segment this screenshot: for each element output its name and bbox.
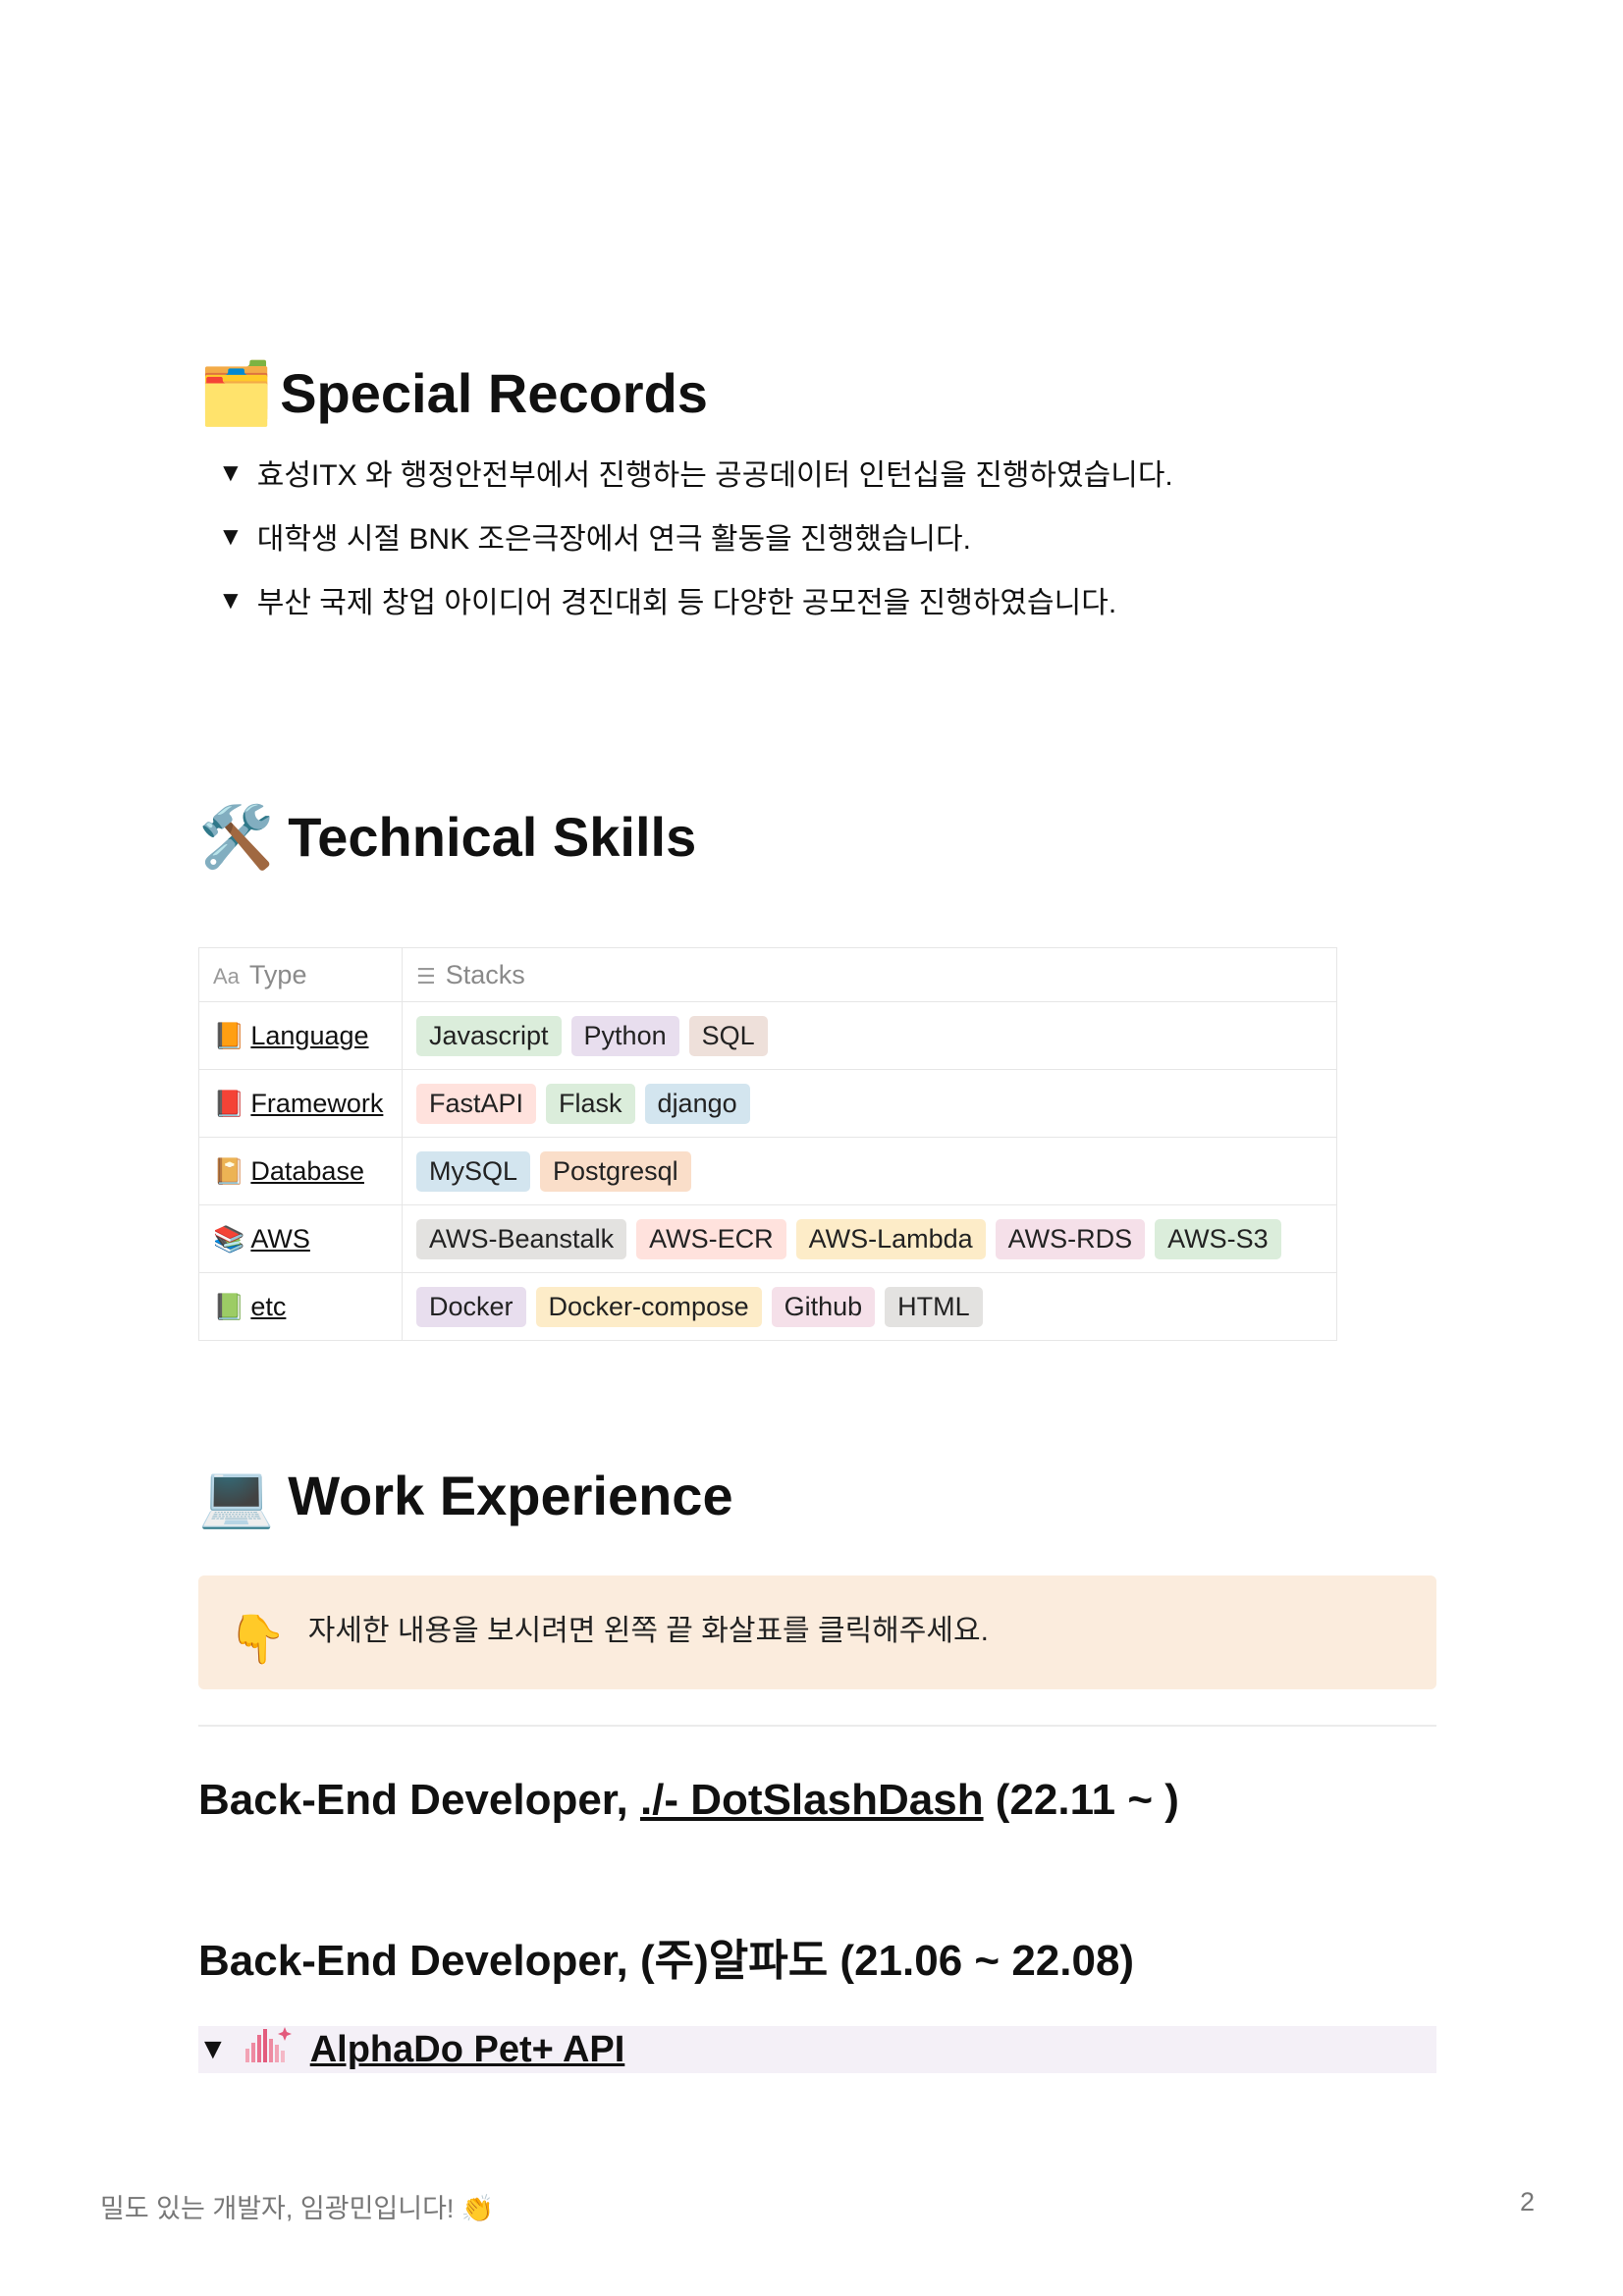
stack-tag: FastAPI — [416, 1083, 537, 1124]
type-cell: 📔 Database — [198, 1137, 403, 1205]
callout-text: 자세한 내용을 보시려면 왼쪽 끝 화살표를 클릭해주세요. — [307, 1615, 989, 1647]
table-row: 📕 Framework FastAPI Flask django — [198, 1069, 1337, 1138]
type-label: etc — [250, 1291, 287, 1321]
type-cell: 📗 etc — [198, 1272, 403, 1341]
work-experience-title: Work Experience — [288, 1465, 733, 1526]
type-label: Framework — [250, 1088, 384, 1118]
technical-skills-heading: 🛠️ Technical Skills — [198, 807, 696, 868]
special-records-title: Special Records — [280, 362, 708, 424]
hammer-and-wrench-icon: 🛠️ — [198, 801, 275, 873]
company-link[interactable]: ./- DotSlashDash — [640, 1776, 984, 1824]
bar-chart-sparkle-icon — [242, 2025, 293, 2074]
type-label: AWS — [250, 1223, 310, 1254]
record-text: 부산 국제 창업 아이디어 경진대회 등 다양한 공모전을 진행하였습니다. — [256, 587, 1117, 619]
job-period: (21.06 ~ 22.08) — [828, 1937, 1135, 1985]
laptop-icon: 💻 — [198, 1460, 275, 1531]
toggle-triangle-icon[interactable]: ▼ — [218, 585, 243, 615]
stack-tag: AWS-Beanstalk — [416, 1218, 627, 1259]
job-heading-2: Back-End Developer, (주)알파도 (21.06 ~ 22.0… — [198, 1940, 1134, 1983]
stack-tag: MySQL — [416, 1150, 531, 1192]
job-title: Back-End Developer, — [198, 1937, 640, 1985]
type-cell: 📕 Framework — [198, 1069, 403, 1138]
stacks-header-label: Stacks — [445, 959, 525, 989]
stack-tag: AWS-S3 — [1155, 1218, 1281, 1259]
toggle-triangle-icon[interactable]: ▼ — [218, 457, 243, 488]
job-title: Back-End Developer, — [198, 1776, 640, 1824]
stack-tag: Python — [570, 1015, 679, 1056]
stack-tag: Javascript — [416, 1015, 562, 1056]
type-link-4[interactable]: 📗 etc — [213, 1292, 286, 1321]
book-icon: 📙 — [213, 1020, 245, 1050]
stacks-cell: AWS-Beanstalk AWS-ECR AWS-Lambda AWS-RDS AWS… — [402, 1204, 1337, 1273]
toggle-record-2[interactable]: ▼ 대학생 시절 BNK 조은극장에서 연극 활동을 진행했습니다. — [218, 514, 971, 558]
book-icon: 📕 — [213, 1088, 245, 1118]
job-heading-1: Back-End Developer, ./- DotSlashDash (22… — [198, 1779, 1179, 1822]
divider — [198, 1725, 1436, 1727]
job-period: (22.11 ~ ) — [983, 1776, 1179, 1824]
book-icon: 📔 — [213, 1155, 245, 1186]
page-number: 2 — [1520, 2187, 1536, 2216]
table-row: 📗 etc Docker Docker-compose Github HTML — [198, 1272, 1337, 1341]
stack-tag: AWS-ECR — [636, 1218, 786, 1259]
type-header-label: Type — [248, 959, 307, 989]
callout-box: 👇 자세한 내용을 보시려면 왼쪽 끝 화살표를 클릭해주세요. — [198, 1575, 1436, 1689]
toggle-record-3[interactable]: ▼ 부산 국제 창업 아이디어 경진대회 등 다양한 공모전을 진행하였습니다. — [218, 578, 1116, 621]
toggle-triangle-icon[interactable]: ▼ — [198, 2033, 228, 2066]
card-index-dividers-icon: 🗂️ — [198, 357, 275, 429]
type-link-2[interactable]: 📔 Database — [213, 1156, 364, 1186]
stack-tag: django — [644, 1083, 750, 1124]
project-link[interactable]: AlphaDo Pet+ API — [310, 2029, 625, 2071]
type-link-3[interactable]: 📚 AWS — [213, 1224, 310, 1254]
table-row: 📚 AWS AWS-Beanstalk AWS-ECR AWS-Lambda AWS-RD… — [198, 1204, 1337, 1273]
stack-tag: Docker-compose — [535, 1286, 762, 1327]
type-column-header[interactable]: Aa Type — [198, 947, 403, 1002]
skills-table: Aa Type ☰ Stacks 📙 Language Javascript Python… — [198, 947, 1337, 1341]
record-text: 효성ITX 와 행정안전부에서 진행하는 공공데이터 인턴십을 진행하였습니다. — [256, 459, 1173, 492]
stack-tag: AWS-RDS — [995, 1218, 1146, 1259]
type-link-0[interactable]: 📙 Language — [213, 1021, 369, 1050]
company-name: (주)알파도 — [639, 1937, 829, 1985]
type-label: Language — [250, 1020, 369, 1050]
work-experience-heading: 💻 Work Experience — [198, 1466, 733, 1526]
type-link-1[interactable]: 📕 Framework — [213, 1089, 383, 1118]
stacks-cell: FastAPI Flask django — [402, 1069, 1337, 1138]
book-icon: 📗 — [213, 1291, 245, 1321]
toggle-triangle-icon[interactable]: ▼ — [218, 521, 243, 552]
stack-tag: Github — [771, 1286, 876, 1327]
footer-text: 밀도 있는 개발자, 임광민입니다! 👏 — [100, 2194, 495, 2223]
list-property-icon: ☰ — [416, 963, 436, 988]
toggle-record-1[interactable]: ▼ 효성ITX 와 행정안전부에서 진행하는 공공데이터 인턴십을 진행하였습니… — [218, 451, 1173, 494]
stack-tag: Postgresql — [540, 1150, 691, 1192]
stacks-column-header[interactable]: ☰ Stacks — [402, 947, 1337, 1002]
stack-tag: Flask — [546, 1083, 635, 1124]
project-toggle[interactable]: ▼ AlphaDo Pet+ API — [198, 2026, 1436, 2073]
stacks-cell: MySQL Postgresql — [402, 1137, 1337, 1205]
text-property-icon: Aa — [213, 963, 240, 988]
record-text: 대학생 시절 BNK 조은극장에서 연극 활동을 진행했습니다. — [256, 523, 971, 556]
type-label: Database — [250, 1155, 364, 1186]
stack-tag: SQL — [688, 1015, 768, 1056]
stack-tag: HTML — [885, 1286, 983, 1327]
stacks-cell: Docker Docker-compose Github HTML — [402, 1272, 1337, 1341]
technical-skills-title: Technical Skills — [288, 806, 697, 868]
table-row: 📙 Language Javascript Python SQL — [198, 1001, 1337, 1070]
type-cell: 📚 AWS — [198, 1204, 403, 1273]
type-cell: 📙 Language — [198, 1001, 403, 1070]
book-icon: 📚 — [213, 1223, 245, 1254]
special-records-heading: 🗂️ Special Records — [198, 363, 708, 424]
resume-page: 🗂️ Special Records ▼ 효성ITX 와 행정안전부에서 진행하… — [0, 0, 1623, 2296]
stack-tag: AWS-Lambda — [795, 1218, 986, 1259]
stack-tag: Docker — [416, 1286, 526, 1327]
table-header-row: Aa Type ☰ Stacks — [198, 947, 1337, 1002]
table-row: 📔 Database MySQL Postgresql — [198, 1137, 1337, 1205]
stacks-cell: Javascript Python SQL — [402, 1001, 1337, 1070]
pointing-down-icon: 👇 — [228, 1613, 287, 1666]
